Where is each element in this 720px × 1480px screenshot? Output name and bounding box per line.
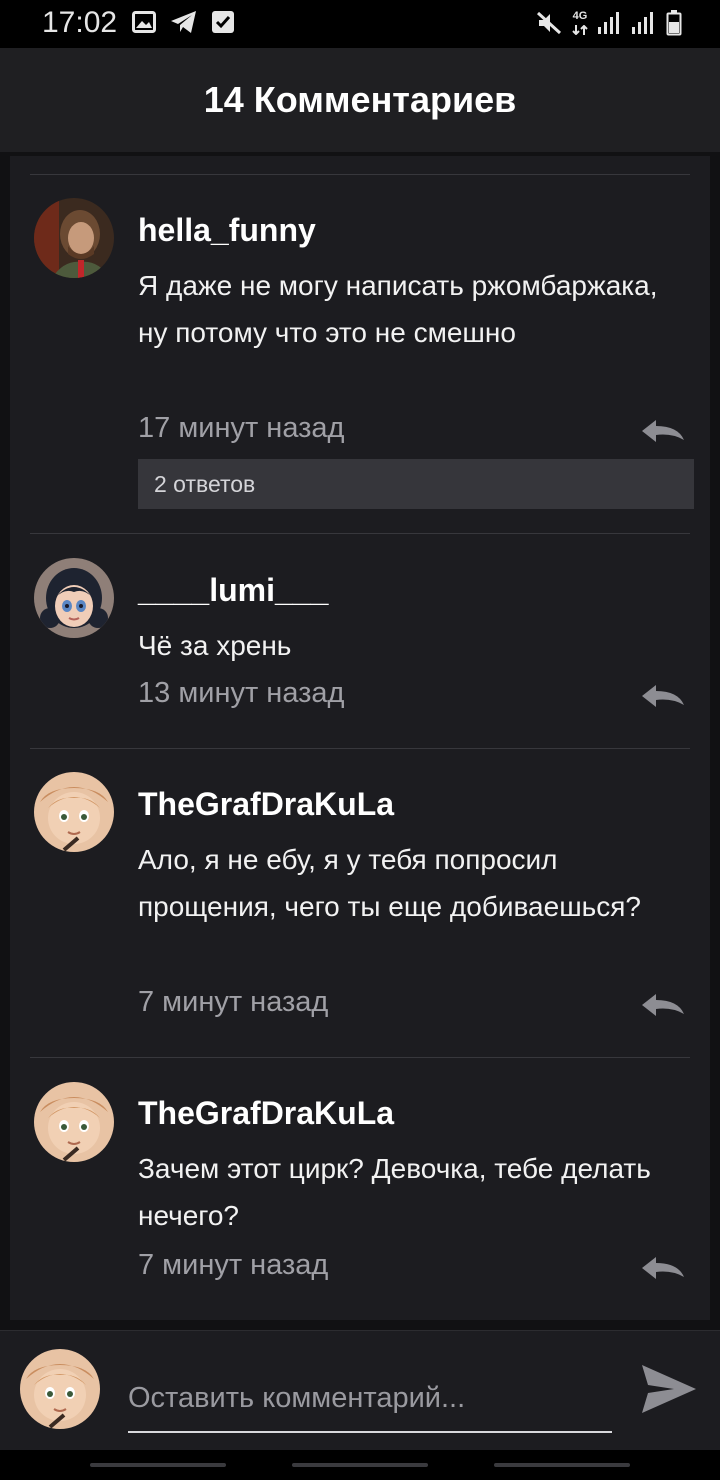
comments-header: 14 Комментариев bbox=[0, 48, 720, 152]
comment-timestamp: 7 минут назад bbox=[138, 1249, 329, 1281]
comment-compose-bar bbox=[0, 1330, 720, 1451]
send-icon[interactable] bbox=[640, 1363, 698, 1415]
comment-text: Чё за хрень bbox=[138, 630, 292, 661]
nav-recents-button[interactable] bbox=[90, 1463, 226, 1467]
system-nav-bar bbox=[0, 1450, 720, 1480]
avatar bbox=[20, 1349, 100, 1429]
comment-timestamp: 17 минут назад bbox=[138, 412, 345, 444]
status-bar: 17:02 4G bbox=[0, 0, 720, 48]
nav-back-button[interactable] bbox=[494, 1463, 630, 1467]
comment-username[interactable]: TheGrafDraKuLa bbox=[138, 1095, 394, 1132]
checkbox-icon bbox=[212, 11, 234, 38]
comment-username[interactable]: hella_funny bbox=[138, 212, 316, 249]
divider bbox=[30, 174, 690, 175]
reply-icon[interactable] bbox=[640, 1255, 686, 1281]
reply-icon[interactable] bbox=[640, 418, 686, 444]
network-type: 4G bbox=[572, 11, 588, 40]
divider bbox=[30, 748, 690, 749]
image-icon bbox=[132, 11, 156, 38]
comment-text: Я даже не могу написать ржомбаржака, ну … bbox=[138, 270, 658, 348]
avatar[interactable] bbox=[34, 558, 114, 638]
view-replies-button[interactable]: 2 ответов bbox=[138, 459, 694, 509]
signal-icon bbox=[598, 12, 622, 39]
comment-username[interactable]: ____lumi___ bbox=[138, 572, 328, 609]
telegram-icon bbox=[170, 10, 198, 39]
comment-text: Зачем этот цирк? Девочка, тебе делать не… bbox=[138, 1153, 651, 1231]
page-title: 14 Комментариев bbox=[203, 79, 517, 120]
reply-icon[interactable] bbox=[640, 683, 686, 709]
divider bbox=[30, 533, 690, 534]
comment-timestamp: 7 минут назад bbox=[138, 986, 329, 1018]
comment-text: Ало, я не ебу, я у тебя попросил прощени… bbox=[138, 844, 641, 922]
mute-icon bbox=[536, 11, 562, 40]
comment-input[interactable] bbox=[128, 1365, 612, 1433]
reply-icon[interactable] bbox=[640, 992, 686, 1018]
comment-timestamp: 13 минут назад bbox=[138, 677, 345, 709]
comment-username[interactable]: TheGrafDraKuLa bbox=[138, 786, 394, 823]
avatar[interactable] bbox=[34, 198, 114, 278]
divider bbox=[30, 1057, 690, 1058]
avatar[interactable] bbox=[34, 1082, 114, 1162]
nav-home-button[interactable] bbox=[292, 1463, 428, 1467]
battery-icon bbox=[666, 10, 682, 41]
notification-icons bbox=[132, 10, 234, 39]
avatar[interactable] bbox=[34, 772, 114, 852]
signal-icon bbox=[632, 12, 656, 39]
status-time: 17:02 bbox=[42, 6, 118, 39]
replies-label: 2 ответов bbox=[154, 470, 256, 497]
system-icons: 4G bbox=[536, 10, 682, 41]
